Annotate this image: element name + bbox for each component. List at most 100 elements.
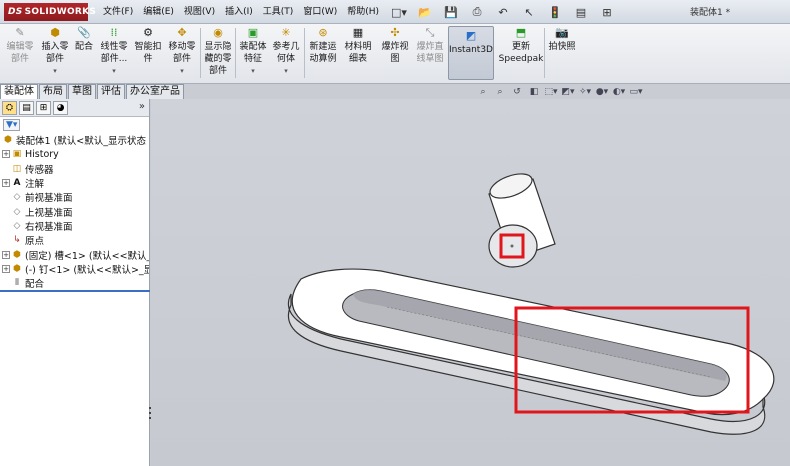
undo-icon[interactable]: ↶ bbox=[492, 3, 514, 21]
expand-icon[interactable]: + bbox=[2, 250, 10, 259]
menu-window[interactable]: 窗口(W) bbox=[298, 5, 342, 19]
tree-item-history[interactable]: + ▣ History bbox=[2, 147, 149, 161]
graphics-viewport[interactable] bbox=[151, 99, 790, 466]
display-style-icon[interactable]: ◩▾ bbox=[561, 87, 575, 97]
reference-geometry-button[interactable]: ✳ 参考几何体 ▾ bbox=[270, 26, 302, 77]
tree-item-front-plane[interactable]: ◇ 前视基准面 bbox=[2, 190, 149, 204]
tree-filter[interactable]: ▼▾ bbox=[3, 118, 146, 132]
pin-part[interactable] bbox=[487, 169, 556, 268]
tree-item-top-plane[interactable]: ◇ 上视基准面 bbox=[2, 204, 149, 219]
open-folder-icon[interactable]: 📂 bbox=[414, 3, 436, 21]
part-icon: ⬢ bbox=[13, 263, 21, 274]
show-hidden-button[interactable]: ◉ 显示隐藏的零部件 bbox=[202, 26, 234, 77]
smart-fastener-button[interactable]: ⚙ 智能扣件 bbox=[132, 26, 164, 65]
tree-item-pin-part[interactable]: + ⬢ (-) 钉<1> (默认<<默认>_显 bbox=[2, 262, 149, 276]
select-cursor-icon[interactable]: ↖ bbox=[518, 3, 540, 21]
tab-evaluate[interactable]: 评估 bbox=[97, 84, 125, 99]
menu-tools[interactable]: 工具(T) bbox=[258, 5, 299, 19]
filter-icon[interactable]: ▼▾ bbox=[3, 119, 21, 131]
save-icon[interactable]: 💾 bbox=[440, 3, 462, 21]
zoom-to-fit-icon[interactable]: ⌕ bbox=[476, 87, 490, 97]
view-orientation-icon[interactable]: ⬚▾ bbox=[544, 87, 558, 97]
snapshot-button[interactable]: 📷 拍快照 bbox=[546, 26, 578, 53]
edit-part-button[interactable]: ✎ 编辑零部件 bbox=[4, 26, 36, 65]
tab-office-products[interactable]: 办公室产品 bbox=[126, 84, 184, 99]
update-speedpak-button[interactable]: ⬒ 更新Speedpak bbox=[497, 26, 545, 65]
view-settings-icon[interactable]: ▭▾ bbox=[629, 87, 643, 97]
tree-rollback-bar[interactable] bbox=[0, 290, 150, 292]
title-bar: DS SOLIDWORKS 文件(F) 编辑(E) 视图(V) 插入(I) 工具(… bbox=[0, 0, 790, 24]
menu-edit[interactable]: 编辑(E) bbox=[138, 5, 179, 19]
more-tabs-icon[interactable]: » bbox=[139, 101, 145, 112]
mate-button[interactable]: 📎 配合 bbox=[72, 26, 96, 53]
heads-up-view-toolbar: ⌕ ⌕ ↺ ◧ ⬚▾ ◩▾ ✧▾ ●▾ ◐▾ ▭▾ bbox=[476, 87, 643, 97]
menu-file[interactable]: 文件(F) bbox=[98, 5, 138, 19]
slot-plate-part[interactable] bbox=[287, 268, 775, 435]
section-view-icon[interactable]: ◧ bbox=[527, 87, 541, 97]
part-icon: ⬢ bbox=[13, 249, 21, 260]
chevron-down-icon: ▾ bbox=[53, 67, 57, 75]
command-tabs: 装配体 布局 草图 评估 办公室产品 bbox=[0, 84, 222, 99]
tree-item-annotations[interactable]: + A 注解 bbox=[2, 176, 149, 190]
file-properties-icon[interactable]: ▤ bbox=[570, 3, 592, 21]
document-title: 装配体1 * bbox=[690, 8, 731, 18]
property-manager-tab-icon[interactable]: ▤ bbox=[19, 100, 34, 115]
edit-appearance-icon[interactable]: ●▾ bbox=[595, 87, 609, 97]
explode-line-icon: ⤡ bbox=[425, 26, 435, 39]
new-document-icon[interactable]: □▾ bbox=[388, 3, 410, 21]
expand-icon[interactable]: + bbox=[2, 264, 10, 273]
move-part-button[interactable]: ✥ 移动零部件 ▾ bbox=[165, 26, 199, 77]
chevron-down-icon: ▾ bbox=[180, 67, 184, 75]
assembly-feature-icon: ▣ bbox=[247, 26, 259, 39]
explode-view-button[interactable]: ✣ 爆炸视图 bbox=[377, 26, 413, 65]
previous-view-icon[interactable]: ↺ bbox=[510, 87, 524, 97]
menu-insert[interactable]: 插入(I) bbox=[220, 5, 258, 19]
speedpak-icon: ⬒ bbox=[515, 26, 527, 39]
camera-icon: 📷 bbox=[555, 26, 569, 39]
rebuild-icon[interactable]: 🚦 bbox=[544, 3, 566, 21]
tab-sketch[interactable]: 草图 bbox=[68, 84, 96, 99]
linear-pattern-button[interactable]: ⁞⁞ 线性零部件... ▾ bbox=[97, 26, 131, 77]
ribbon-divider bbox=[235, 28, 236, 78]
show-hidden-icon: ◉ bbox=[213, 26, 223, 39]
command-manager: ✎ 编辑零部件 ⬢ 插入零部件 ▾ 📎 配合 ⁞⁞ 线性零部件... ▾ ⚙ 智… bbox=[0, 24, 790, 84]
explode-line-sketch-button[interactable]: ⤡ 爆炸直线草图 bbox=[413, 26, 447, 65]
options-icon[interactable]: ⊞ bbox=[596, 3, 618, 21]
bom-icon: ▦ bbox=[352, 26, 364, 39]
menu-bar: 文件(F) 编辑(E) 视图(V) 插入(I) 工具(T) 窗口(W) 帮助(H… bbox=[98, 5, 384, 19]
annotation-icon: A bbox=[13, 178, 21, 189]
assembly-feature-button[interactable]: ▣ 装配体特征 ▾ bbox=[237, 26, 269, 77]
tree-item-sensors[interactable]: ◫ 传感器 bbox=[2, 162, 149, 176]
tab-layout[interactable]: 布局 bbox=[39, 84, 67, 99]
explode-view-icon: ✣ bbox=[390, 26, 400, 39]
hide-show-items-icon[interactable]: ✧▾ bbox=[578, 87, 592, 97]
instant3d-button[interactable]: ◩ Instant3D bbox=[448, 26, 494, 80]
print-icon[interactable]: ⎙ bbox=[466, 3, 488, 21]
menu-help[interactable]: 帮助(H) bbox=[342, 5, 384, 19]
solidworks-logo[interactable]: DS SOLIDWORKS bbox=[4, 3, 96, 21]
insert-part-icon: ⬢ bbox=[50, 26, 60, 39]
mate-icon: 📎 bbox=[77, 26, 91, 39]
feature-manager-tab-icon[interactable]: ⛭ bbox=[2, 100, 17, 115]
tree-item-right-plane[interactable]: ◇ 右视基准面 bbox=[2, 219, 149, 233]
expand-icon[interactable]: + bbox=[2, 179, 10, 188]
tab-assembly[interactable]: 装配体 bbox=[0, 84, 38, 99]
sensor-icon: ◫ bbox=[12, 163, 22, 174]
display-manager-tab-icon[interactable]: ◕ bbox=[53, 100, 68, 115]
tree-item-mates[interactable]: ⫴ 配合 bbox=[2, 276, 149, 290]
tree-item-slot-part[interactable]: + ⬢ (固定) 槽<1> (默认<<默认_ bbox=[2, 247, 149, 262]
apply-scene-icon[interactable]: ◐▾ bbox=[612, 87, 626, 97]
bom-button[interactable]: ▦ 材料明细表 bbox=[342, 26, 374, 65]
expand-icon[interactable]: + bbox=[2, 150, 10, 159]
tree-item-origin[interactable]: ↳ 原点 bbox=[2, 233, 149, 247]
insert-part-button[interactable]: ⬢ 插入零部件 ▾ bbox=[38, 26, 72, 77]
instant3d-icon: ◩ bbox=[465, 29, 477, 42]
new-motion-study-button[interactable]: ⊛ 新建运动算例 bbox=[306, 26, 340, 65]
tree-root-assembly[interactable]: ⬢ 装配体1 (默认<默认_显示状态 bbox=[2, 133, 149, 147]
chevron-down-icon: ▾ bbox=[112, 67, 116, 75]
zoom-area-icon[interactable]: ⌕ bbox=[493, 87, 507, 97]
menu-view[interactable]: 视图(V) bbox=[179, 5, 220, 19]
3d-scene[interactable] bbox=[151, 99, 790, 466]
configuration-manager-tab-icon[interactable]: ⊞ bbox=[36, 100, 51, 115]
panel-tab-bar: ⛭ ▤ ⊞ ◕ » bbox=[0, 99, 149, 117]
